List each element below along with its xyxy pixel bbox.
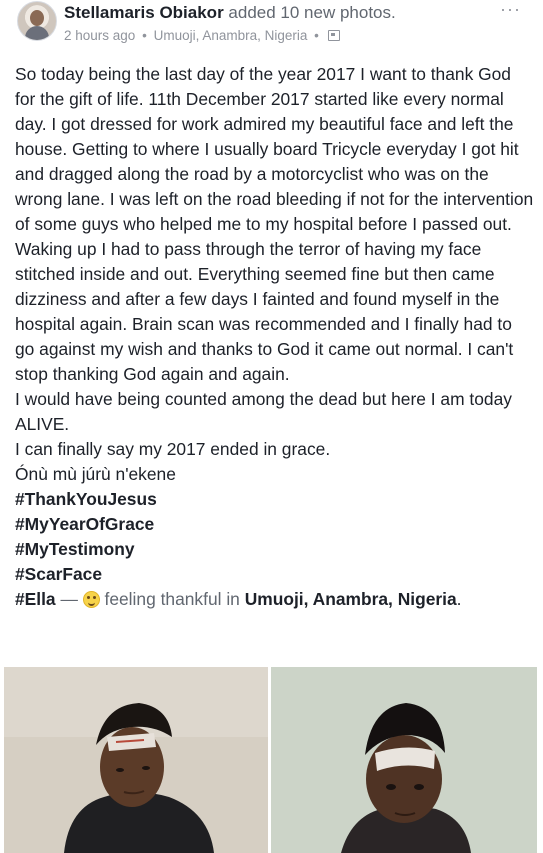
- photo-1[interactable]: [4, 667, 268, 853]
- feeling-line: #Ella — feeling thankful in Umuoji, Anam…: [15, 587, 535, 612]
- post-text: So today being the last day of the year …: [15, 62, 535, 612]
- post-line: I would have being counted among the dea…: [15, 389, 512, 434]
- more-options-icon[interactable]: ···: [500, 0, 521, 18]
- photo-1-image: [4, 667, 268, 853]
- post-header: Stellamaris Obiakor added 10 new photos.…: [0, 0, 543, 52]
- photo-grid: [0, 667, 543, 853]
- avatar-body: [25, 26, 49, 40]
- hashtag-link[interactable]: #Ella: [15, 589, 56, 609]
- smiling-emoji-icon: [82, 591, 100, 608]
- hashtag-link[interactable]: #ScarFace: [15, 564, 102, 584]
- post-meta: 2 hours ago • Umuoji, Anambra, Nigeria •: [64, 28, 340, 44]
- hashtag-link[interactable]: #ThankYouJesus: [15, 489, 157, 509]
- public-icon[interactable]: [327, 30, 340, 41]
- feeling-end: .: [456, 589, 462, 609]
- post-line: Ónù mù júrù n'ekene: [15, 464, 176, 484]
- meta-separator: •: [314, 28, 319, 43]
- meta-separator: •: [142, 28, 147, 43]
- feeling-place-link[interactable]: Umuoji, Anambra, Nigeria: [245, 589, 457, 609]
- photo-2-image: [271, 667, 537, 853]
- photo-2[interactable]: [271, 667, 537, 853]
- feeling-text: feeling thankful in: [99, 589, 245, 609]
- post-line: I can finally say my 2017 ended in grace…: [15, 439, 331, 459]
- author-name-link[interactable]: Stellamaris Obiakor: [64, 3, 224, 22]
- post-action-text: added 10 new photos.: [228, 3, 396, 22]
- hashtag-link[interactable]: #MyYearOfGrace: [15, 514, 154, 534]
- post-timestamp[interactable]: 2 hours ago: [64, 28, 135, 43]
- avatar-face: [30, 10, 44, 26]
- post-body: So today being the last day of the year …: [15, 64, 534, 384]
- author-avatar[interactable]: [17, 1, 57, 41]
- post-title-line: Stellamaris Obiakor added 10 new photos.: [64, 3, 396, 23]
- hashtag-link[interactable]: #MyTestimony: [15, 539, 135, 559]
- feeling-dash: —: [55, 589, 83, 609]
- post-location-link[interactable]: Umuoji, Anambra, Nigeria: [154, 28, 308, 43]
